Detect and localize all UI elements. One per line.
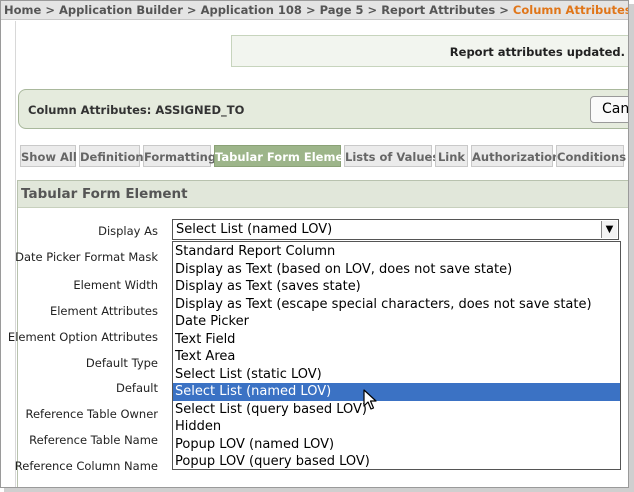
dropdown-option[interactable]: Display as Text (escape special characte… xyxy=(173,296,620,314)
dropdown-option[interactable]: Standard Report Column xyxy=(173,243,620,261)
browser-viewport: Home > Application Builder > Application… xyxy=(0,0,629,488)
date-picker-format-mask-label: Date Picker Format Mask xyxy=(15,250,158,264)
dropdown-option[interactable]: Hidden xyxy=(173,418,620,436)
frame-shadow-bottom xyxy=(4,488,634,492)
frame-shadow-right xyxy=(629,4,634,492)
display-as-dropdown-list: Standard Report Column Display as Text (b… xyxy=(172,241,621,470)
tab-conditions[interactable]: Conditions xyxy=(556,145,626,167)
success-message: Report attributes updated. xyxy=(231,35,628,67)
mouse-pointer-icon xyxy=(363,389,377,410)
column-attributes-header: Column Attributes: ASSIGNED_TO xyxy=(18,89,628,129)
tab-link[interactable]: Link xyxy=(435,145,468,167)
dropdown-option[interactable]: Date Picker xyxy=(173,313,620,331)
breadcrumb-separator: > xyxy=(499,3,509,17)
tab-formatting[interactable]: Formatting xyxy=(143,145,216,167)
default-type-label: Default Type xyxy=(85,356,158,370)
dropdown-option[interactable]: Select List (static LOV) xyxy=(173,366,620,384)
dropdown-option[interactable]: Display as Text (based on LOV, does not … xyxy=(173,261,620,279)
tab-lists-of-values[interactable]: Lists of Values xyxy=(344,145,439,167)
tab-authorization[interactable]: Authorization xyxy=(471,145,560,167)
breadcrumb: Home > Application Builder > Application… xyxy=(1,1,628,20)
element-width-label: Element Width xyxy=(73,278,158,292)
element-attributes-label: Element Attributes xyxy=(49,304,158,318)
column-attributes-title: Column Attributes: ASSIGNED_TO xyxy=(28,103,245,117)
breadcrumb-separator: > xyxy=(305,3,316,17)
breadcrumb-home[interactable]: Home xyxy=(4,3,41,17)
breadcrumb-separator: > xyxy=(45,3,55,17)
success-message-text: Report attributes updated. xyxy=(449,45,625,59)
reference-table-owner-label: Reference Table Owner xyxy=(25,407,158,421)
breadcrumb-page[interactable]: Page 5 xyxy=(320,3,364,17)
dropdown-option[interactable]: Select List (query based LOV) xyxy=(173,401,620,419)
tab-definition[interactable]: Definition xyxy=(79,145,144,167)
region-title: Tabular Form Element xyxy=(18,181,628,208)
breadcrumb-separator: > xyxy=(186,3,197,17)
display-as-value: Select List (named LOV) xyxy=(176,222,333,237)
dropdown-option[interactable]: Popup LOV (query based LOV) xyxy=(173,453,620,471)
default-label: Default xyxy=(115,381,158,395)
dropdown-option[interactable]: Popup LOV (named LOV) xyxy=(173,436,620,454)
display-as-label: Display As xyxy=(98,224,158,238)
breadcrumb-current: Column Attributes xyxy=(512,3,629,17)
dropdown-option[interactable]: Text Area xyxy=(173,348,620,366)
reference-column-name-label: Reference Column Name xyxy=(14,459,158,473)
dropdown-option[interactable]: Text Field xyxy=(173,331,620,349)
breadcrumb-separator: > xyxy=(367,3,378,17)
element-option-attributes-label: Element Option Attributes xyxy=(7,330,158,344)
reference-table-name-label: Reference Table Name xyxy=(29,433,158,447)
dropdown-option[interactable]: Display as Text (saves state) xyxy=(173,278,620,296)
dropdown-option[interactable]: Select List (named LOV) xyxy=(173,383,620,401)
breadcrumb-report-attributes[interactable]: Report Attributes xyxy=(381,3,495,17)
chevron-down-icon[interactable]: ▼ xyxy=(601,221,617,238)
tab-tabular-form-element[interactable]: Tabular Form Element xyxy=(214,145,357,167)
breadcrumb-application-builder[interactable]: Application Builder xyxy=(59,3,183,17)
display-as-select[interactable]: Select List (named LOV) ▼ xyxy=(172,219,619,240)
cancel-button[interactable]: Can xyxy=(590,96,628,123)
breadcrumb-application[interactable]: Application 108 xyxy=(201,3,302,17)
tab-show-all[interactable]: Show All xyxy=(20,145,77,167)
